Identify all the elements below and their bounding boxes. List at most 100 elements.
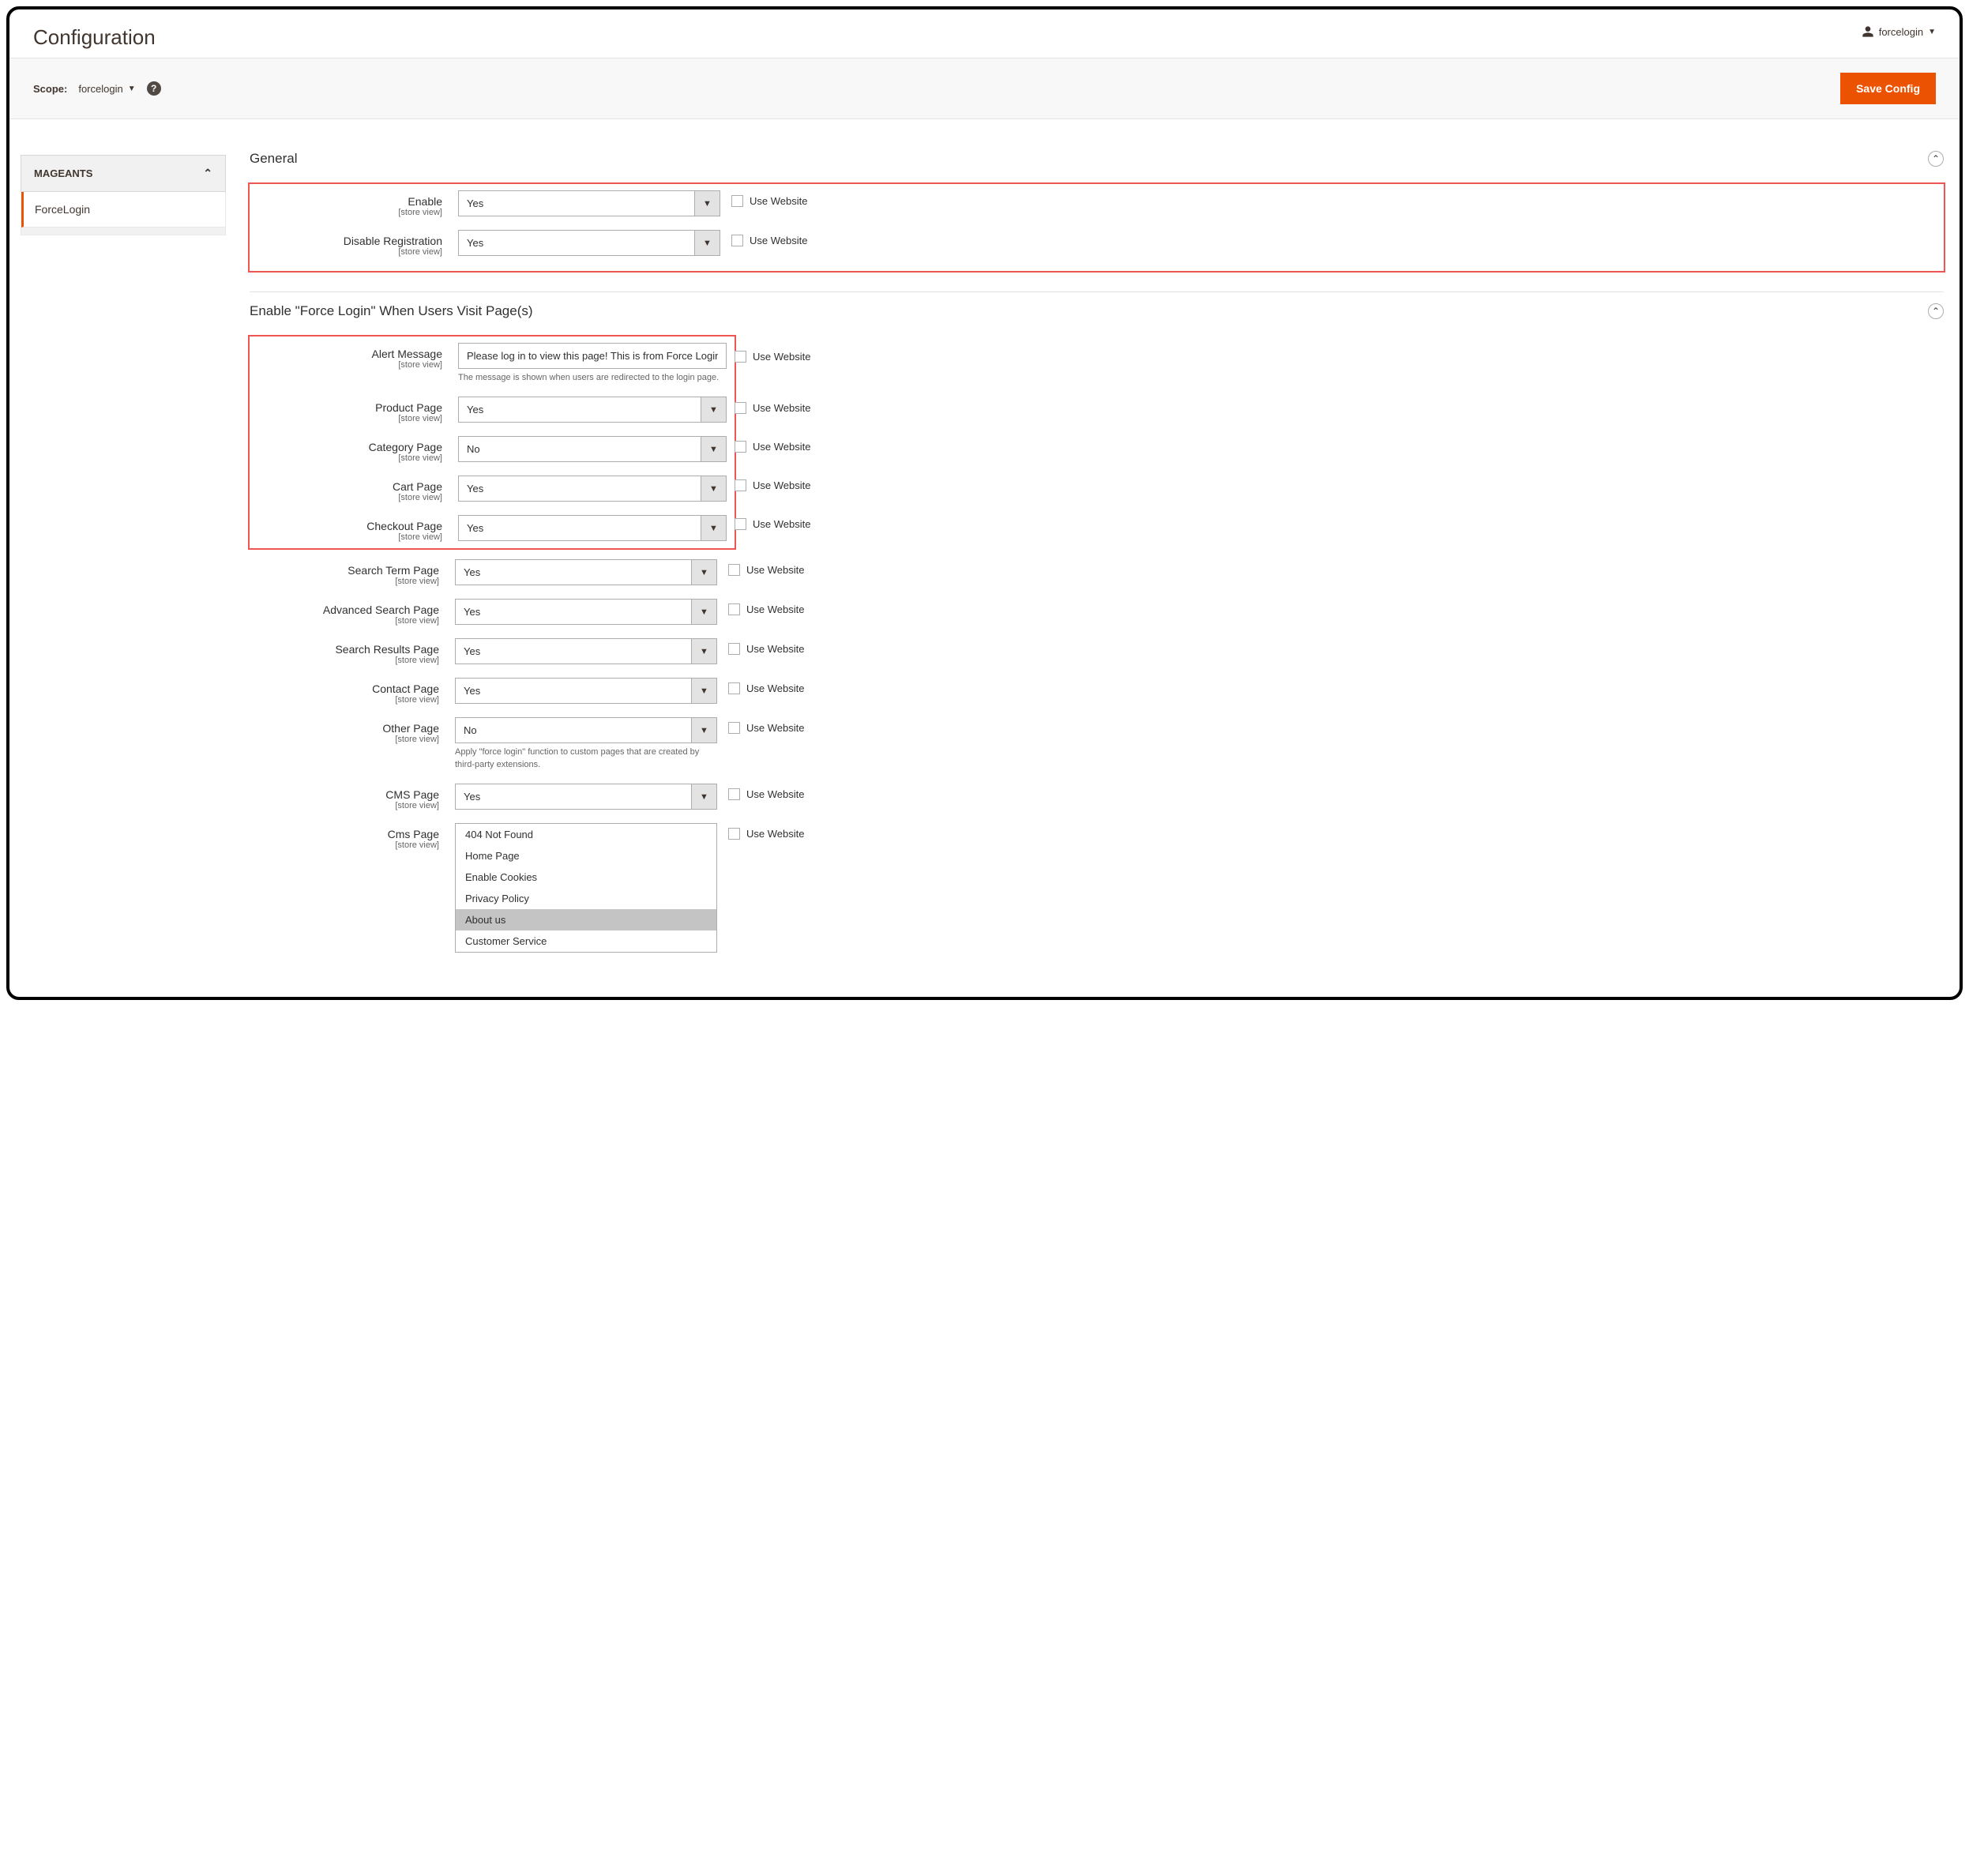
select-cms-page-value: Yes [456,784,691,809]
save-config-button[interactable]: Save Config [1840,73,1936,104]
checkbox-use-website-enable[interactable] [731,195,743,207]
checkbox-use-website-searchres[interactable] [728,643,740,655]
label-product-page: Product Page [253,401,442,414]
scope-select[interactable]: forcelogin ▼ [78,83,135,95]
section-title-force-login: Enable "Force Login" When Users Visit Pa… [250,303,533,319]
checkbox-use-website-other[interactable] [728,722,740,734]
select-cart-page-value: Yes [459,476,701,501]
checkbox-use-website-category[interactable] [735,441,746,453]
multiselect-option[interactable]: Customer Service [456,930,716,952]
label-cart-page: Cart Page [253,480,442,493]
section-title-general: General [250,151,297,167]
chevron-down-icon: ▼ [691,718,716,743]
page-title: Configuration [33,25,156,50]
scopehint: [store view] [250,616,439,626]
chevron-down-icon: ▼ [701,476,726,501]
sidebar-item-forcelogin[interactable]: ForceLogin [21,192,226,227]
select-contact-page[interactable]: Yes ▼ [455,678,717,704]
label-use-website: Use Website [746,682,804,694]
select-other-page[interactable]: No ▼ [455,717,717,743]
scope-value: forcelogin [78,83,122,95]
label-cms-page-multi: Cms Page [250,828,439,840]
select-advanced-search-page[interactable]: Yes ▼ [455,599,717,625]
checkbox-use-website-searchterm[interactable] [728,564,740,576]
select-enable-value: Yes [459,191,694,216]
select-category-page-value: No [459,437,701,461]
label-alert-message: Alert Message [253,348,442,360]
label-search-results-page: Search Results Page [250,643,439,656]
chevron-down-icon: ▼ [701,437,726,461]
checkbox-use-website-disable-reg[interactable] [731,235,743,246]
label-checkout-page: Checkout Page [253,520,442,532]
checkbox-use-website-cms[interactable] [728,788,740,800]
user-menu-label: forcelogin [1879,26,1923,38]
multiselect-option[interactable]: Enable Cookies [456,867,716,888]
label-use-website: Use Website [746,722,804,734]
multiselect-option[interactable]: 404 Not Found [456,824,716,845]
checkbox-use-website-alert[interactable] [735,351,746,363]
scopehint: [store view] [250,801,439,810]
select-checkout-page[interactable]: Yes ▼ [458,515,727,541]
select-enable[interactable]: Yes ▼ [458,190,720,216]
chevron-down-icon: ▼ [691,600,716,624]
highlight-force-login: Alert Message [store view] The message i… [248,335,736,550]
checkbox-use-website-cart[interactable] [735,479,746,491]
select-contact-page-value: Yes [456,679,691,703]
select-search-results-page[interactable]: Yes ▼ [455,638,717,664]
multiselect-cms-page[interactable]: 404 Not FoundHome PageEnable CookiesPriv… [455,823,717,953]
label-enable: Enable [253,195,442,208]
label-use-website: Use Website [750,235,807,246]
select-category-page[interactable]: No ▼ [458,436,727,462]
label-search-term-page: Search Term Page [250,564,439,577]
scopehint: [store view] [253,453,442,463]
label-contact-page: Contact Page [250,682,439,695]
scopehint: [store view] [253,532,442,542]
select-product-page-value: Yes [459,397,701,422]
label-use-website: Use Website [746,828,804,840]
select-cms-page[interactable]: Yes ▼ [455,784,717,810]
user-menu[interactable]: forcelogin ▼ [1862,25,1936,38]
chevron-down-icon: ▼ [694,231,720,255]
chevron-down-icon: ▼ [691,639,716,664]
sidebar-group-label: MAGEANTS [34,167,92,179]
chevron-down-icon: ▼ [691,784,716,809]
checkbox-use-website-product[interactable] [735,402,746,414]
label-category-page: Category Page [253,441,442,453]
label-cms-page: CMS Page [250,788,439,801]
scope-label: Scope: [33,83,67,95]
label-use-website: Use Website [753,402,810,414]
chevron-down-icon: ▼ [1928,28,1936,36]
collapse-toggle-general[interactable]: ⌃ [1928,151,1944,167]
note-alert-message: The message is shown when users are redi… [458,372,727,384]
select-cart-page[interactable]: Yes ▼ [458,476,727,502]
scopehint: [store view] [253,493,442,502]
select-disable-registration-value: Yes [459,231,694,255]
checkbox-use-website-checkout[interactable] [735,518,746,530]
checkbox-use-website-contact[interactable] [728,682,740,694]
multiselect-option[interactable]: Privacy Policy [456,888,716,909]
select-search-term-page[interactable]: Yes ▼ [455,559,717,585]
input-alert-message[interactable] [458,343,727,369]
scopehint: [store view] [250,695,439,705]
sidebar-tail [21,227,226,235]
chevron-down-icon: ▼ [701,397,726,422]
label-use-website: Use Website [746,643,804,655]
sidebar-group-mageants[interactable]: MAGEANTS ⌃ [21,155,226,192]
help-icon[interactable]: ? [147,81,161,96]
scopehint: [store view] [253,208,442,217]
select-disable-registration[interactable]: Yes ▼ [458,230,720,256]
select-advanced-search-page-value: Yes [456,600,691,624]
select-product-page[interactable]: Yes ▼ [458,397,727,423]
multiselect-option[interactable]: About us [456,909,716,930]
chevron-down-icon: ▼ [691,560,716,585]
scopehint: [store view] [250,656,439,665]
label-use-website: Use Website [753,479,810,491]
chevron-up-icon: ⌃ [203,167,212,180]
multiselect-option[interactable]: Home Page [456,845,716,867]
checkbox-use-website-cmspage[interactable] [728,828,740,840]
checkbox-use-website-advsearch[interactable] [728,603,740,615]
label-advanced-search-page: Advanced Search Page [250,603,439,616]
chevron-down-icon: ▼ [691,679,716,703]
collapse-toggle-force-login[interactable]: ⌃ [1928,303,1944,319]
chevron-down-icon: ▼ [694,191,720,216]
